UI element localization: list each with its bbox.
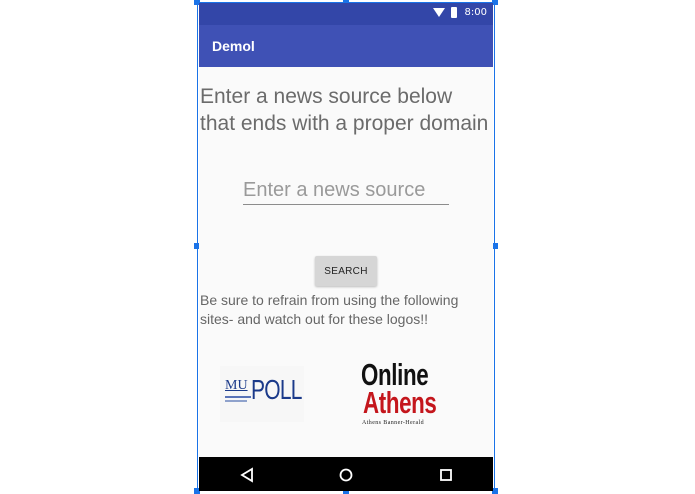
status-time: 8:00 <box>464 7 487 18</box>
mu-logo-text: MU <box>225 378 248 393</box>
recents-button[interactable] <box>426 457 466 491</box>
home-button[interactable] <box>326 457 366 491</box>
back-triangle-icon <box>240 467 253 483</box>
warning-text: Be sure to refrain from using the follow… <box>200 292 459 327</box>
mu-logo-rule-2 <box>225 400 247 402</box>
online-athens-tagline: Athens Banner-Herald <box>362 420 425 426</box>
app-bar: Demol <box>199 25 493 67</box>
recents-square-icon <box>440 469 452 481</box>
online-athens-line2: Athens <box>363 385 437 420</box>
news-source-input[interactable] <box>243 176 449 205</box>
device-screen: 8:00 Demol Enter a news source below tha… <box>199 3 493 491</box>
mu-logo-rule <box>225 396 251 398</box>
home-circle-icon <box>339 468 353 482</box>
app-title: Demol <box>212 38 255 54</box>
mu-poll-logo: MU POLL <box>220 366 304 422</box>
search-button[interactable]: SEARCH <box>315 256 377 286</box>
battery-icon <box>451 7 457 18</box>
back-button[interactable] <box>227 457 267 491</box>
navigation-bar <box>199 457 493 491</box>
status-bar: 8:00 <box>199 3 493 25</box>
poll-logo-text: POLL <box>251 374 302 405</box>
online-athens-logo: Online Athens Athens Banner-Herald <box>357 357 457 432</box>
wifi-icon <box>433 8 445 17</box>
instruction-heading: Enter a news source below that ends with… <box>200 85 489 135</box>
